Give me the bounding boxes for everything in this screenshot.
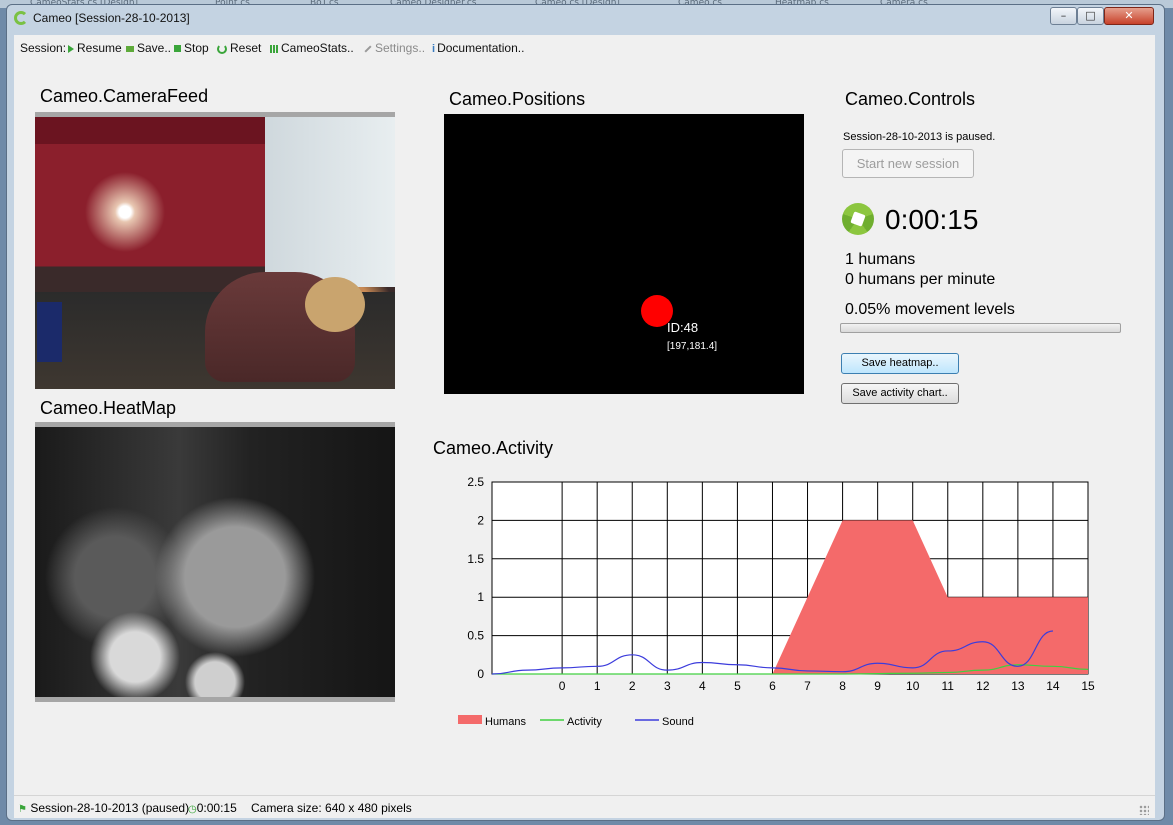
cameostats-button[interactable]: CameoStats.. <box>270 41 354 55</box>
info-icon: i <box>432 42 436 55</box>
play-icon <box>68 44 74 53</box>
y-tick-label: 1.5 <box>467 552 484 566</box>
x-tick-label: 9 <box>874 679 881 693</box>
maximize-button[interactable]: □ <box>1077 7 1104 25</box>
positions-canvas <box>444 114 804 394</box>
cameo-logo-icon <box>14 11 28 25</box>
humans-per-minute: 0 humans per minute <box>845 271 996 288</box>
y-tick-label: 2 <box>477 513 484 527</box>
stop-button[interactable]: Stop <box>174 41 209 55</box>
settings-label: Settings.. <box>375 41 426 55</box>
camera-feed-image <box>35 112 395 389</box>
save-heatmap-button[interactable]: Save heatmap.. <box>841 353 959 374</box>
cameostats-label: CameoStats.. <box>281 41 354 55</box>
movement-level: 0.05% movement levels <box>845 301 1015 318</box>
resume-label: Resume <box>77 41 122 55</box>
close-icon: ✕ <box>1124 9 1134 22</box>
x-tick-label: 4 <box>699 679 706 693</box>
tracked-person-coords: [197,181.4] <box>667 341 718 352</box>
window-title: Cameo [Session-28-10-2013] <box>33 11 190 25</box>
x-tick-label: 5 <box>734 679 741 693</box>
resume-button[interactable]: Resume <box>68 41 122 55</box>
y-tick-label: 1 <box>477 590 484 604</box>
x-tick-label: 11 <box>942 679 955 693</box>
x-tick-label: 13 <box>1011 679 1025 693</box>
settings-button[interactable]: Settings.. <box>364 41 425 55</box>
status-session: ⚑ Session-28-10-2013 (paused) <box>18 801 189 815</box>
heatmap-title: Cameo.HeatMap <box>40 398 177 418</box>
heatmap-depth <box>35 427 395 697</box>
x-tick-label: 8 <box>839 679 846 693</box>
status-bar: ⚑ Session-28-10-2013 (paused) ◷0:00:15 C… <box>14 795 1155 818</box>
x-tick-label: 15 <box>1081 679 1095 693</box>
y-tick-label: 0.5 <box>467 629 484 643</box>
save-button[interactable]: Save.. <box>126 41 171 55</box>
status-camera-size: Camera size: 640 x 480 pixels <box>251 801 412 815</box>
legend-label-activity: Activity <box>567 716 602 728</box>
session-status: Session-28-10-2013 is paused. <box>843 131 996 143</box>
toolbar: Session: Resume Save.. Stop Reset CameoS… <box>14 36 1155 60</box>
legend-swatch-humans <box>458 715 482 724</box>
x-tick-label: 1 <box>594 679 601 693</box>
humans-count: 1 humans <box>845 251 916 268</box>
camera-feed-head <box>305 277 365 332</box>
tracked-person-id: ID:48 <box>667 320 699 335</box>
movement-progress-bar <box>840 323 1121 333</box>
legend-label-humans: Humans <box>485 716 526 728</box>
x-tick-label: 10 <box>906 679 920 693</box>
reset-icon <box>217 43 227 54</box>
status-flag-icon: ⚑ <box>18 804 27 815</box>
x-tick-label: 7 <box>804 679 811 693</box>
folder-icon <box>126 45 134 52</box>
session-timer: 0:00:15 <box>885 204 979 235</box>
start-new-session-button[interactable]: Start new session <box>842 149 974 178</box>
status-session-label: Session-28-10-2013 (paused) <box>30 801 190 815</box>
camera-feed-tv <box>37 302 62 362</box>
y-tick-label: 0 <box>477 667 484 681</box>
controls-title: Cameo.Controls <box>845 89 976 109</box>
stop-icon <box>174 45 181 53</box>
x-tick-label: 0 <box>559 679 566 693</box>
x-tick-label: 3 <box>664 679 671 693</box>
x-tick-label: 12 <box>976 679 990 693</box>
clock-icon: ◷ <box>188 804 197 815</box>
bar-chart-icon <box>270 44 278 53</box>
x-tick-label: 6 <box>769 679 776 693</box>
activity-chart: 00.511.522.50 1 2 3 4 5 6 7 8 9 10 11 12 13 14 15Humans… <box>458 475 1095 728</box>
activity-title: Cameo.Activity <box>433 438 554 458</box>
y-tick-label: 2.5 <box>467 475 484 489</box>
camera-feed-wall <box>265 117 395 287</box>
documentation-button[interactable]: i Documentation.. <box>432 41 524 55</box>
x-tick-label: 14 <box>1046 679 1060 693</box>
maximize-icon: □ <box>1085 9 1096 22</box>
wrench-icon <box>364 45 372 53</box>
close-button[interactable]: ✕ <box>1104 7 1154 25</box>
save-label: Save.. <box>137 41 172 55</box>
documentation-label: Documentation.. <box>437 41 525 55</box>
status-time: ◷0:00:15 <box>188 801 237 815</box>
save-activity-chart-button[interactable]: Save activity chart.. <box>841 383 959 404</box>
camera-shutter-icon <box>842 203 874 235</box>
resize-grip[interactable] <box>1139 805 1149 815</box>
x-tick-label: 2 <box>629 679 636 693</box>
minimize-button[interactable]: – <box>1050 7 1077 25</box>
minimize-icon: – <box>1060 9 1067 22</box>
camera-feed-title: Cameo.CameraFeed <box>40 86 209 106</box>
session-label: Session: <box>20 41 67 55</box>
positions-title: Cameo.Positions <box>449 89 586 109</box>
legend-label-sound: Sound <box>662 716 694 728</box>
reset-label: Reset <box>230 41 262 55</box>
status-time-label: 0:00:15 <box>196 801 237 815</box>
heatmap-image <box>35 422 395 702</box>
stop-label: Stop <box>184 41 209 55</box>
reset-button[interactable]: Reset <box>217 41 261 55</box>
